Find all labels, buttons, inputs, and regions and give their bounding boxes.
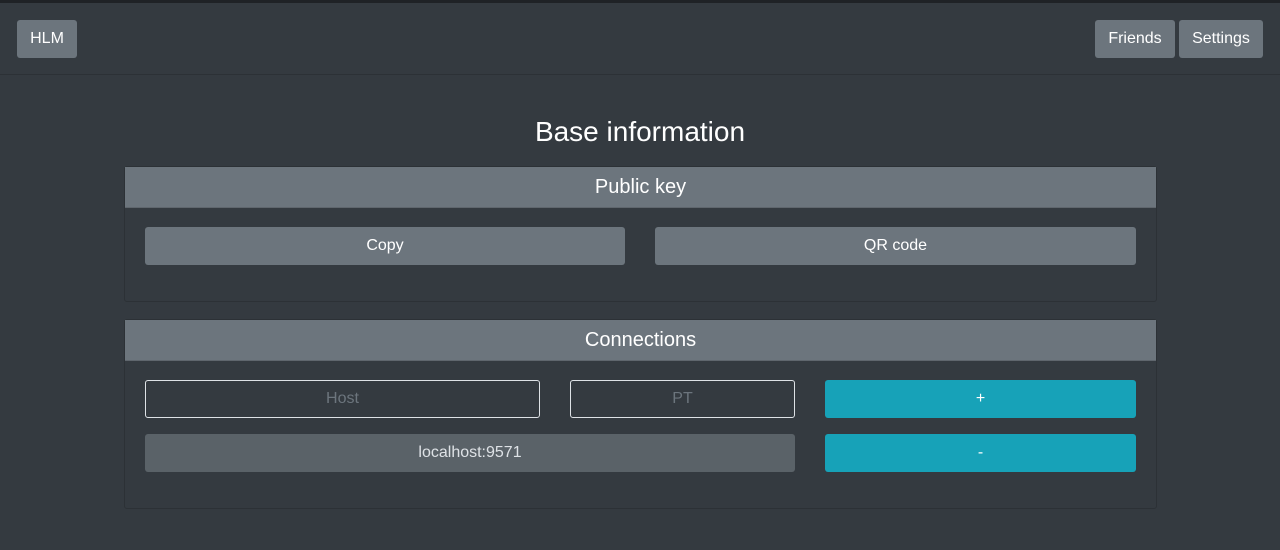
brand-button[interactable]: HLM: [17, 20, 77, 58]
host-input[interactable]: [145, 380, 540, 418]
navbar: HLM Friends Settings: [0, 3, 1280, 75]
connection-item[interactable]: localhost:9571: [145, 434, 795, 472]
connections-header: Connections: [125, 320, 1156, 361]
add-connection-button[interactable]: +: [825, 380, 1136, 418]
settings-button[interactable]: Settings: [1179, 20, 1263, 58]
copy-button[interactable]: Copy: [145, 227, 625, 265]
pt-input[interactable]: [570, 380, 795, 418]
remove-connection-button[interactable]: -: [825, 434, 1136, 472]
friends-button[interactable]: Friends: [1095, 20, 1175, 58]
public-key-header: Public key: [125, 167, 1156, 208]
page-title: Base information: [534, 116, 746, 147]
qr-code-button[interactable]: QR code: [655, 227, 1136, 265]
